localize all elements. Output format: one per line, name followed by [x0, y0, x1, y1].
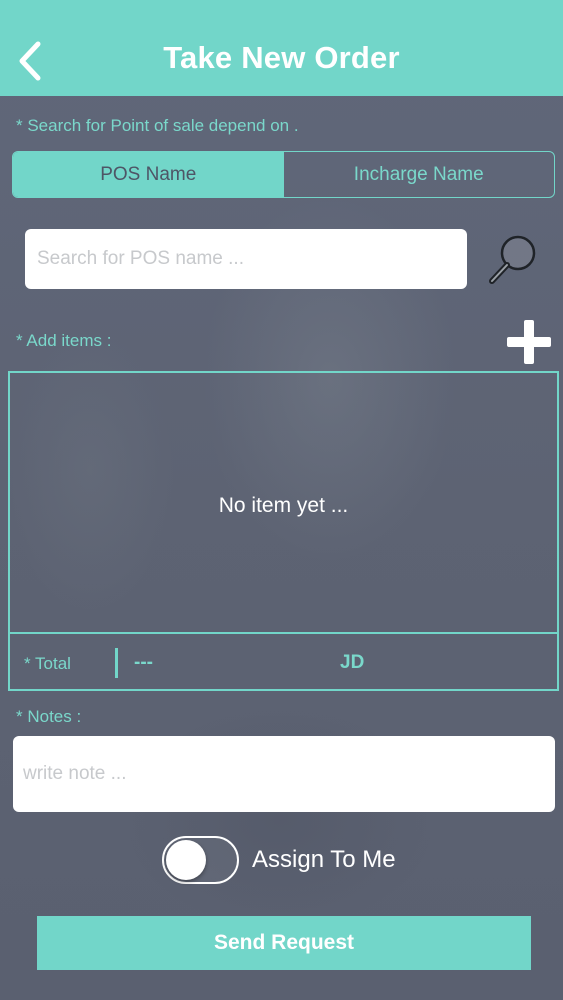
assign-to-me-toggle[interactable]	[162, 836, 239, 884]
app-header: Take New Order	[0, 0, 563, 96]
total-label: * Total	[24, 654, 71, 673]
add-items-label: * Add items :	[16, 331, 112, 350]
magnifier-icon	[489, 235, 536, 284]
pos-search-input[interactable]	[25, 229, 467, 289]
items-list: No item yet ... * Total --- JD	[8, 371, 559, 691]
total-row: * Total --- JD	[10, 632, 557, 689]
notes-label: * Notes :	[16, 707, 82, 726]
total-value: ---	[134, 652, 153, 673]
search-button[interactable]	[487, 234, 539, 286]
total-divider	[115, 648, 118, 678]
send-request-button[interactable]: Send Request	[37, 916, 531, 970]
search-mode-toggle: POS Name Incharge Name	[12, 151, 555, 198]
notes-input[interactable]	[13, 736, 555, 812]
plus-icon	[507, 320, 551, 364]
add-item-button[interactable]	[505, 318, 553, 366]
tab-pos-name[interactable]: POS Name	[13, 152, 284, 197]
empty-state-text: No item yet ...	[218, 494, 349, 517]
pos-search-hint: * Search for Point of sale depend on .	[16, 116, 299, 135]
tab-incharge-name[interactable]: Incharge Name	[284, 152, 555, 197]
page-title: Take New Order	[163, 40, 400, 75]
assign-to-me-label: Assign To Me	[252, 846, 396, 873]
total-currency: JD	[340, 652, 365, 673]
toggle-knob	[166, 840, 206, 880]
